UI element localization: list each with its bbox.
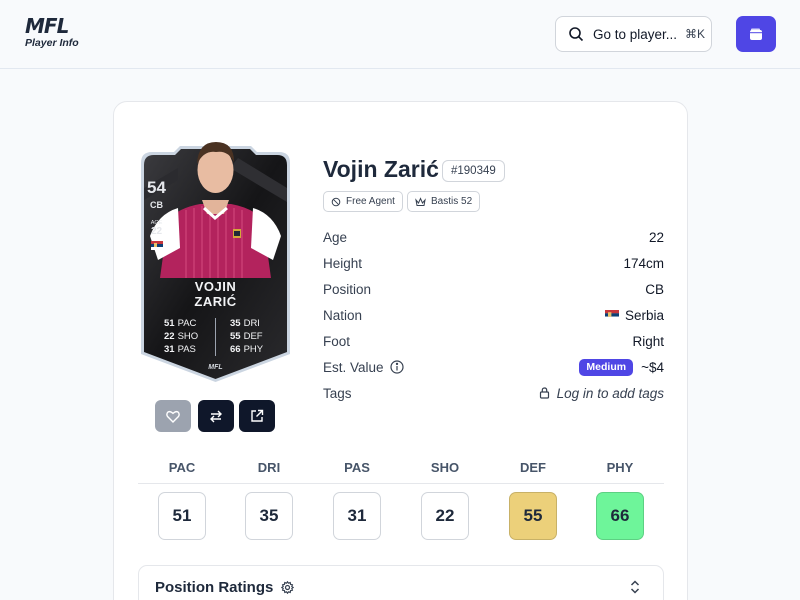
card-brand: MFL (208, 364, 223, 371)
free-agent-icon (331, 197, 341, 206)
position-ratings-title: Position Ratings (155, 579, 274, 596)
wallet-icon (750, 28, 762, 40)
info-label: Position (323, 281, 372, 297)
card-stat: 66 PHY (230, 344, 264, 355)
club-chip[interactable]: Bastis 52 (407, 191, 481, 212)
stat-label-dri: DRI (257, 460, 281, 475)
compare-button[interactable] (198, 400, 234, 432)
search-label: Go to player... (593, 26, 678, 42)
stat-label-phy: PHY (606, 460, 634, 475)
card-rating: 54 (147, 178, 166, 197)
card-stats-right: 35 DRI 55 DEF 66 PHY (230, 317, 263, 356)
open-external-button[interactable] (239, 400, 275, 432)
logo-mark: MFL (25, 14, 69, 38)
lock-icon (539, 387, 549, 399)
player-name: Vojin Zarić (323, 156, 439, 182)
player-card: 54 CB AGE 22 VOJIN ZARIĆ 51 PAC 22 SHO 31 P… (138, 128, 293, 384)
card-stats-divider (215, 318, 216, 356)
info-label: Foot (323, 333, 351, 349)
info-row-age: Age 22 (323, 224, 664, 250)
free-agent-label: Free Agent (346, 196, 395, 207)
est-value-label-wrap: Est. Value (323, 360, 404, 375)
external-link-icon (251, 409, 264, 422)
search-shortcut: ⌘K (685, 27, 706, 41)
info-value: 174cm (623, 255, 664, 271)
player-id-badge[interactable]: #190349 (442, 160, 505, 182)
info-row-tags: Tags Log in to add tags (323, 380, 664, 406)
info-value: CB (645, 281, 664, 297)
chevron-up-down-icon[interactable] (629, 579, 641, 595)
gear-icon[interactable] (281, 581, 294, 594)
serbia-flag-icon (151, 241, 163, 250)
card-stat: 31 PAS (164, 344, 196, 355)
info-label: Nation (323, 307, 363, 323)
login-to-add-tags-link[interactable]: Log in to add tags (539, 386, 664, 401)
stat-box-dri: 35 (245, 492, 293, 540)
favorite-button[interactable] (155, 400, 191, 432)
tags-link-label: Log in to add tags (556, 385, 664, 401)
stat-box-pas: 31 (333, 492, 381, 540)
search-icon (569, 27, 584, 42)
club-label: Bastis 52 (431, 196, 473, 207)
stats-header: PAC DRI PAS SHO DEF PHY (138, 460, 664, 484)
info-row-height: Height 174cm (323, 250, 664, 276)
player-panel: 54 CB AGE 22 VOJIN ZARIĆ 51 PAC 22 SHO 31 P… (113, 101, 688, 600)
stat-label-def: DEF (520, 460, 546, 475)
value-tier-badge: Medium (579, 358, 634, 376)
swap-icon (210, 410, 222, 423)
crown-icon (415, 196, 426, 206)
stat-box-pac: 51 (158, 492, 206, 540)
stat-box-sho: 22 (421, 492, 469, 540)
stat-box-phy: 66 (596, 492, 644, 540)
serbia-flag-icon (604, 310, 619, 320)
stat-box-def: 55 (509, 492, 557, 540)
stat-label-pac: PAC (168, 460, 196, 475)
card-last-name: ZARIĆ (194, 294, 237, 309)
card-first-name: VOJIN (194, 279, 237, 294)
card-stat: 35 DRI (230, 318, 260, 329)
est-value: Medium ~$4 (579, 358, 664, 376)
top-bar: MFL Player Info Go to player... ⌘K (0, 0, 800, 69)
info-icon[interactable] (389, 360, 404, 374)
card-stats-left: 51 PAC 22 SHO 31 PAS (164, 317, 198, 356)
wallet-button[interactable] (736, 16, 776, 52)
nation-name: Serbia (624, 307, 664, 323)
card-age: 22 (150, 226, 163, 237)
free-agent-chip: Free Agent (323, 191, 403, 212)
info-value-nation: Serbia (604, 307, 664, 323)
card-stat: 22 SHO (164, 331, 199, 342)
info-row-value: Est. Value Medium ~$4 (323, 354, 664, 380)
position-ratings-section[interactable]: Position Ratings (138, 565, 664, 600)
info-row-foot: Foot Right (323, 328, 664, 354)
info-label: Age (323, 229, 348, 245)
player-search-button[interactable]: Go to player... ⌘K (555, 16, 712, 52)
value-amount: ~$4 (641, 359, 664, 375)
stat-label-pas: PAS (344, 460, 370, 475)
info-row-position: Position CB (323, 276, 664, 302)
card-stat: 51 PAC (164, 318, 197, 329)
logo[interactable]: MFL Player Info (25, 16, 85, 52)
card-stat: 55 DEF (230, 331, 263, 342)
est-value-label: Est. Value (323, 359, 384, 375)
heart-icon (166, 410, 180, 423)
info-value: Right (632, 333, 664, 349)
tags-label: Tags (323, 385, 352, 401)
info-label: Height (323, 255, 363, 271)
info-row-nation: Nation Serbia (323, 302, 664, 328)
stat-label-sho: SHO (430, 460, 460, 475)
info-value: 22 (648, 229, 664, 245)
card-position: CB (150, 200, 163, 210)
logo-subtitle: Player Info (25, 37, 79, 49)
